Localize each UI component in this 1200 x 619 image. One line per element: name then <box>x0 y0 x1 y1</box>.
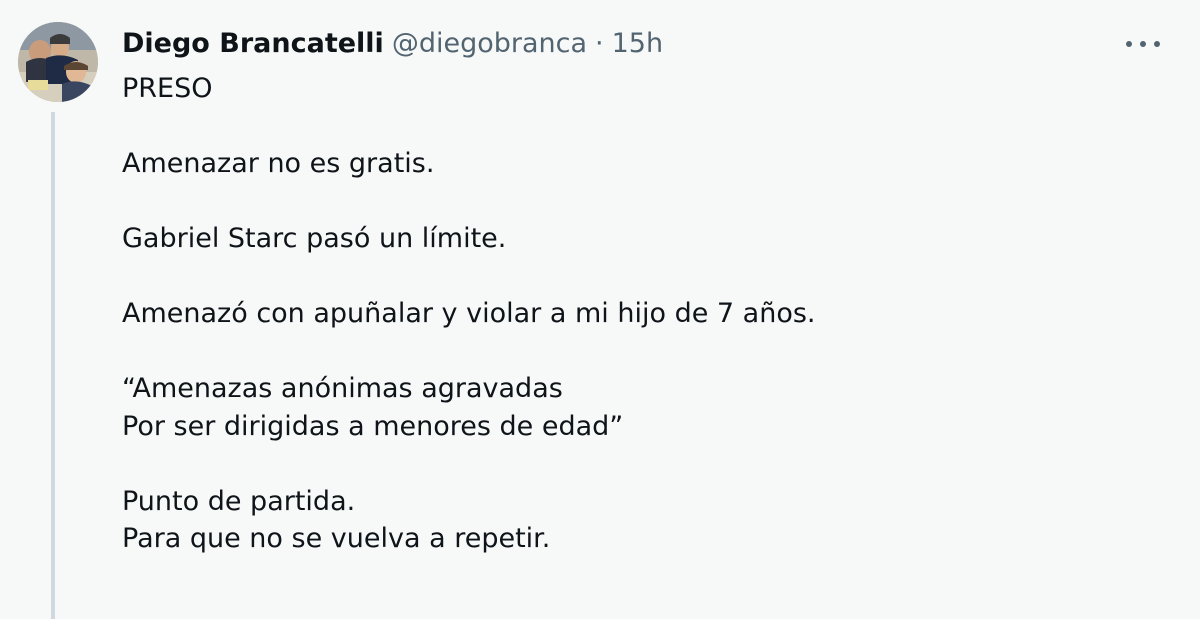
tweet-line: Amenazó con apuñalar y violar a mi hijo … <box>122 298 816 329</box>
separator-dot: · <box>595 28 604 59</box>
tweet-timestamp[interactable]: 15h <box>612 26 663 62</box>
more-options-icon[interactable] <box>1126 32 1160 56</box>
more-dot-3 <box>1154 41 1160 47</box>
avatar[interactable] <box>18 22 98 102</box>
author-handle[interactable]: @diegobranca <box>392 26 587 62</box>
tweet-line: Por ser dirigidas a menores de edad” <box>122 410 624 442</box>
tweet-line: PRESO <box>122 73 213 104</box>
tweet-line: Punto de partida. <box>122 485 356 517</box>
more-dot-1 <box>1126 41 1132 47</box>
tweet-header: Diego Brancatelli @diegobranca · 15h <box>122 26 663 62</box>
tweet-line: Para que no se vuelva a repetir. <box>122 523 551 554</box>
tweet[interactable]: Diego Brancatelli @diegobranca · 15h PRE… <box>0 0 1200 619</box>
tweet-line: “Amenazas anónimas agravadas <box>122 373 563 404</box>
tweet-line: Gabriel Starc pasó un límite. <box>122 223 507 254</box>
tweet-line: Amenazar no es gratis. <box>122 148 435 179</box>
more-dot-2 <box>1140 41 1146 47</box>
tweet-text: PRESO Amenazar no es gratis. Gabriel Sta… <box>122 70 1152 558</box>
author-name[interactable]: Diego Brancatelli <box>122 26 384 62</box>
avatar-image <box>18 22 98 102</box>
thread-line <box>51 112 55 619</box>
